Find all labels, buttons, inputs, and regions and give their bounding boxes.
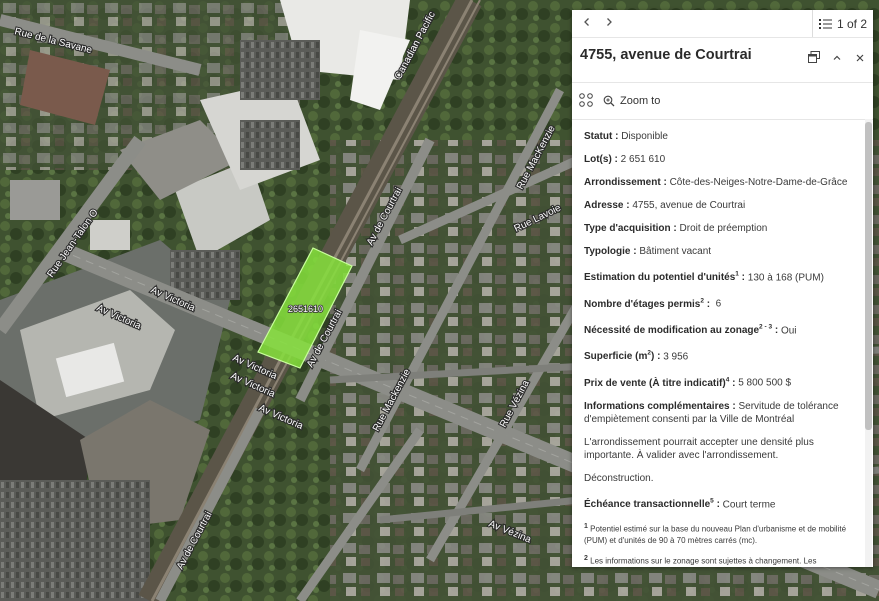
field-arrondissement: Arrondissement : Côte-des-Neiges-Notre-D… — [584, 177, 848, 188]
dock-button[interactable] — [805, 50, 823, 68]
chevron-left-icon — [584, 18, 589, 26]
popup-content[interactable]: Statut : Disponible Lot(s) : 2 651 610 A… — [572, 119, 864, 567]
field-typologie: Typologie : Bâtiment vacant — [584, 246, 712, 257]
zoom-in-icon — [603, 95, 615, 107]
footnote-1: 1 Potentiel estimé sur la base du nouvea… — [584, 522, 847, 546]
field-statut: Statut : Disponible — [584, 131, 668, 142]
field-echeance: Échéance transactionnelle5 : Court terme — [584, 497, 776, 510]
field-potentiel: Estimation du potentiel d'unités1 : 130 … — [584, 271, 824, 284]
previous-feature-button[interactable] — [578, 14, 596, 32]
popup-title: 4755, avenue de Courtrai — [580, 47, 752, 63]
zoom-to-label: Zoom to — [620, 95, 661, 107]
paragraph-densite: L'arrondissement pourrait accepter une d… — [584, 436, 814, 461]
list-icon — [818, 18, 832, 29]
field-adresse: Adresse : 4755, avenue de Courtrai — [584, 200, 746, 211]
field-zonage: Nécessité de modification au zonage2 - 3… — [584, 323, 797, 336]
popup-navigation: 1 of 2 — [572, 10, 873, 38]
feature-popup: 1 of 2 4755, avenue de Courtrai Zoom to … — [572, 10, 873, 567]
field-type-acquisition: Type d'acquisition : Droit de préemption — [584, 223, 768, 234]
collapse-button[interactable] — [828, 50, 846, 68]
next-feature-button[interactable] — [600, 14, 618, 32]
pager-text: 1 of 2 — [836, 16, 867, 31]
zoom-to-button[interactable]: Zoom to — [603, 92, 660, 110]
close-icon — [856, 54, 864, 62]
field-informations: Informations complémentaires : Servitude… — [584, 400, 839, 425]
popup-header: 4755, avenue de Courtrai — [572, 38, 873, 82]
footnote-2: 2 Les informations sur le zonage sont su… — [584, 554, 817, 566]
field-lots: Lot(s) : 2 651 610 — [584, 154, 666, 165]
feature-pager[interactable]: 1 of 2 — [811, 10, 873, 37]
more-actions-icon[interactable] — [579, 93, 593, 107]
field-prix: Prix de vente (À titre indicatif)4 : 5 8… — [584, 376, 792, 389]
popup-actions: Zoom to — [572, 82, 873, 120]
field-etages: Nombre d'étages permis2 : 6 — [584, 297, 722, 310]
chevron-right-icon — [607, 18, 612, 26]
close-button[interactable] — [851, 50, 869, 68]
field-superficie: Superficie (m2) : 3 956 — [584, 349, 689, 363]
dock-icon — [808, 51, 820, 63]
scrollbar-thumb[interactable] — [865, 122, 872, 430]
paragraph-deconstruction: Déconstruction. — [584, 472, 654, 484]
lot-number-label: 2651610 — [288, 304, 323, 314]
chevron-up-icon — [833, 55, 841, 60]
